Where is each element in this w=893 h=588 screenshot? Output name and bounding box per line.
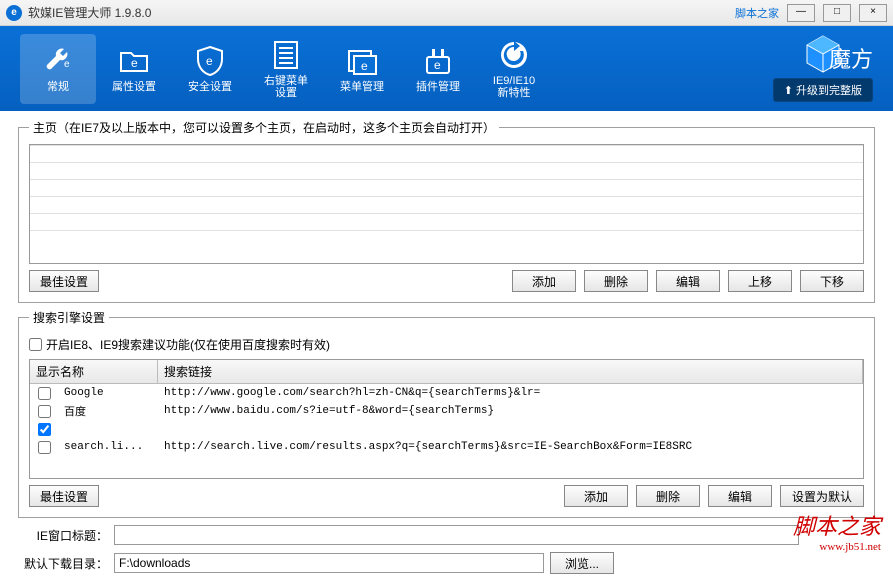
homepage-group: 主页（在IE7及以上版本中，您可以设置多个主页，在启动时，这多个主页会自动打开）…: [18, 119, 875, 303]
row-name: 百度: [58, 402, 158, 420]
search-add-button[interactable]: 添加: [564, 485, 628, 507]
browse-button[interactable]: 浏览...: [550, 552, 614, 574]
tab-label: 安全设置: [188, 81, 232, 93]
minimize-button[interactable]: —: [787, 4, 815, 22]
suggest-checkbox[interactable]: [29, 338, 42, 351]
tab-label: 常规: [47, 81, 69, 93]
search-table: 显示名称 搜索链接 Google http://www.google.com/s…: [29, 359, 864, 479]
brand-area: 魔方 ⬆ 升级到完整版: [773, 34, 873, 102]
svg-text:e: e: [131, 56, 138, 70]
up-arrow-icon: ⬆: [784, 84, 793, 97]
table-row[interactable]: 百度 http://www.baidu.com/s?ie=utf-8&word=…: [30, 402, 863, 420]
close-button[interactable]: ×: [859, 4, 887, 22]
upgrade-label: 升级到完整版: [796, 82, 862, 98]
refresh-icon: [498, 39, 530, 71]
row-url: http://search.live.com/results.aspx?q={s…: [158, 440, 863, 454]
wrench-icon: e: [42, 45, 74, 77]
col-name-header[interactable]: 显示名称: [30, 360, 158, 383]
row-name: search.li...: [58, 440, 158, 454]
row-url: http://www.baidu.com/s?ie=utf-8&word={se…: [158, 404, 863, 418]
tab-security[interactable]: e 安全设置: [172, 34, 248, 104]
row-checkbox[interactable]: [38, 423, 51, 436]
row-name: Google: [58, 386, 158, 400]
row-name: [58, 428, 158, 430]
search-best-button[interactable]: 最佳设置: [29, 485, 99, 507]
table-row[interactable]: search.li... http://search.live.com/resu…: [30, 438, 863, 456]
shield-icon: e: [194, 45, 226, 77]
tab-label: 插件管理: [416, 81, 460, 93]
search-list[interactable]: Google http://www.google.com/search?hl=z…: [30, 384, 863, 478]
table-row[interactable]: Google http://www.google.com/search?hl=z…: [30, 384, 863, 402]
app-icon: e: [6, 5, 22, 21]
suggest-label: 开启IE8、IE9搜索建议功能(仅在使用百度搜索时有效): [46, 336, 330, 353]
homepage-add-button[interactable]: 添加: [512, 270, 576, 292]
toolbar: e 常规 e 属性设置 e 安全设置 右键菜单 设置 e 菜单管理 e 插件管理…: [0, 26, 893, 111]
tab-general[interactable]: e 常规: [20, 34, 96, 104]
row-checkbox[interactable]: [38, 405, 51, 418]
row-url: [158, 428, 863, 430]
row-checkbox[interactable]: [38, 387, 51, 400]
watermark: 脚本之家 www.jb51.net: [793, 509, 881, 553]
tab-label: 右键菜单 设置: [264, 75, 308, 99]
table-row[interactable]: [30, 420, 863, 438]
search-delete-button[interactable]: 删除: [636, 485, 700, 507]
tab-ie9-ie10[interactable]: IE9/IE10 新特性: [476, 34, 552, 104]
window-title: 软媒IE管理大师 1.9.8.0: [28, 4, 735, 21]
homepage-best-button[interactable]: 最佳设置: [29, 270, 99, 292]
ie-title-input[interactable]: [114, 525, 799, 545]
watermark-url: www.jb51.net: [793, 541, 881, 553]
homepage-edit-button[interactable]: 编辑: [656, 270, 720, 292]
row-url: http://www.google.com/search?hl=zh-CN&q=…: [158, 386, 863, 400]
row-checkbox[interactable]: [38, 441, 51, 454]
tab-label: IE9/IE10 新特性: [493, 75, 535, 99]
tab-context-menu[interactable]: 右键菜单 设置: [248, 34, 324, 104]
homepage-delete-button[interactable]: 删除: [584, 270, 648, 292]
svg-text:e: e: [64, 59, 70, 70]
tab-menu[interactable]: e 菜单管理: [324, 34, 400, 104]
maximize-button[interactable]: □: [823, 4, 851, 22]
upgrade-button[interactable]: ⬆ 升级到完整版: [773, 78, 873, 102]
titlebar-link[interactable]: 脚本之家: [735, 5, 779, 21]
svg-text:e: e: [206, 54, 213, 68]
folder-icon: e: [118, 45, 150, 77]
tab-properties[interactable]: e 属性设置: [96, 34, 172, 104]
tab-label: 菜单管理: [340, 81, 384, 93]
plugin-icon: e: [422, 45, 454, 77]
search-engine-group: 搜索引擎设置 开启IE8、IE9搜索建议功能(仅在使用百度搜索时有效) 显示名称…: [18, 309, 875, 518]
tab-label: 属性设置: [112, 81, 156, 93]
tab-plugins[interactable]: e 插件管理: [400, 34, 476, 104]
menu-icon: e: [346, 45, 378, 77]
svg-text:e: e: [361, 59, 368, 73]
download-dir-label: 默认下载目录：: [18, 555, 108, 572]
homepage-up-button[interactable]: 上移: [728, 270, 792, 292]
col-url-header[interactable]: 搜索链接: [158, 360, 863, 383]
search-edit-button[interactable]: 编辑: [708, 485, 772, 507]
download-dir-input[interactable]: [114, 553, 544, 573]
watermark-title: 脚本之家: [793, 509, 881, 541]
search-legend: 搜索引擎设置: [29, 309, 109, 326]
ie-title-label: IE窗口标题：: [18, 527, 108, 544]
homepage-list[interactable]: [29, 144, 864, 264]
homepage-down-button[interactable]: 下移: [800, 270, 864, 292]
titlebar: e 软媒IE管理大师 1.9.8.0 脚本之家 — □ ×: [0, 0, 893, 26]
homepage-legend: 主页（在IE7及以上版本中，您可以设置多个主页，在启动时，这多个主页会自动打开）: [29, 119, 499, 136]
brand-text: 魔方: [829, 42, 873, 74]
list-icon: [270, 39, 302, 71]
svg-text:e: e: [434, 58, 441, 72]
search-default-button[interactable]: 设置为默认: [780, 485, 864, 507]
